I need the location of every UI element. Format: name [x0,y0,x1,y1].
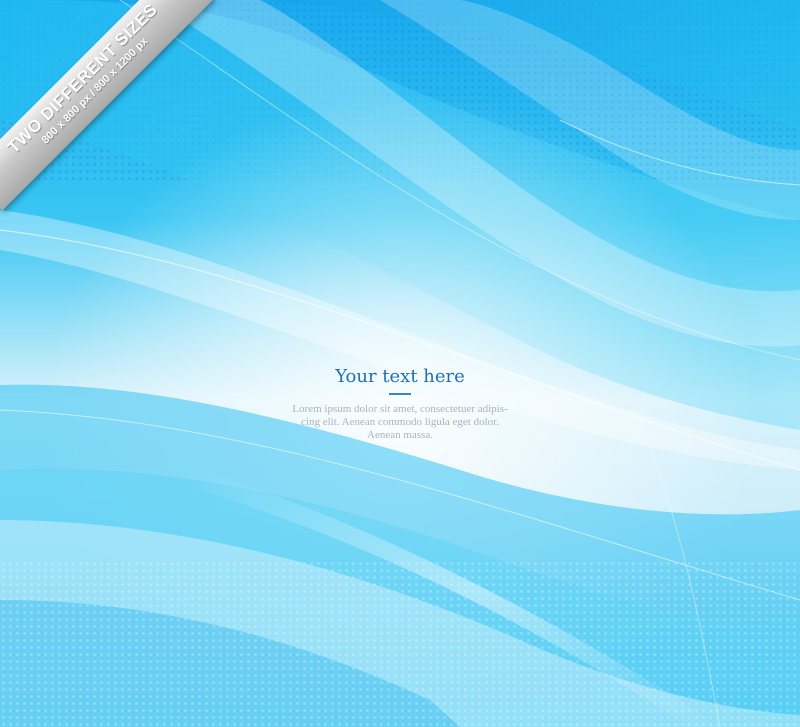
body-line-2: cing elit. Aenean commodo ligula eget do… [301,416,499,428]
background-canvas: TWO DIFFERENT SIZES 800 x 800 px / 800 x… [0,0,800,727]
text-block: Your text here Lorem ipsum dolor sit ame… [250,366,550,442]
body-text: Lorem ipsum dolor sit amet, consectetuer… [250,403,550,442]
body-line-1: Lorem ipsum dolor sit amet, consectetuer… [292,403,508,415]
title-divider [389,393,411,395]
wave-background [0,0,800,727]
body-line-3: Aenean massa. [367,429,433,441]
headline: Your text here [335,366,465,387]
